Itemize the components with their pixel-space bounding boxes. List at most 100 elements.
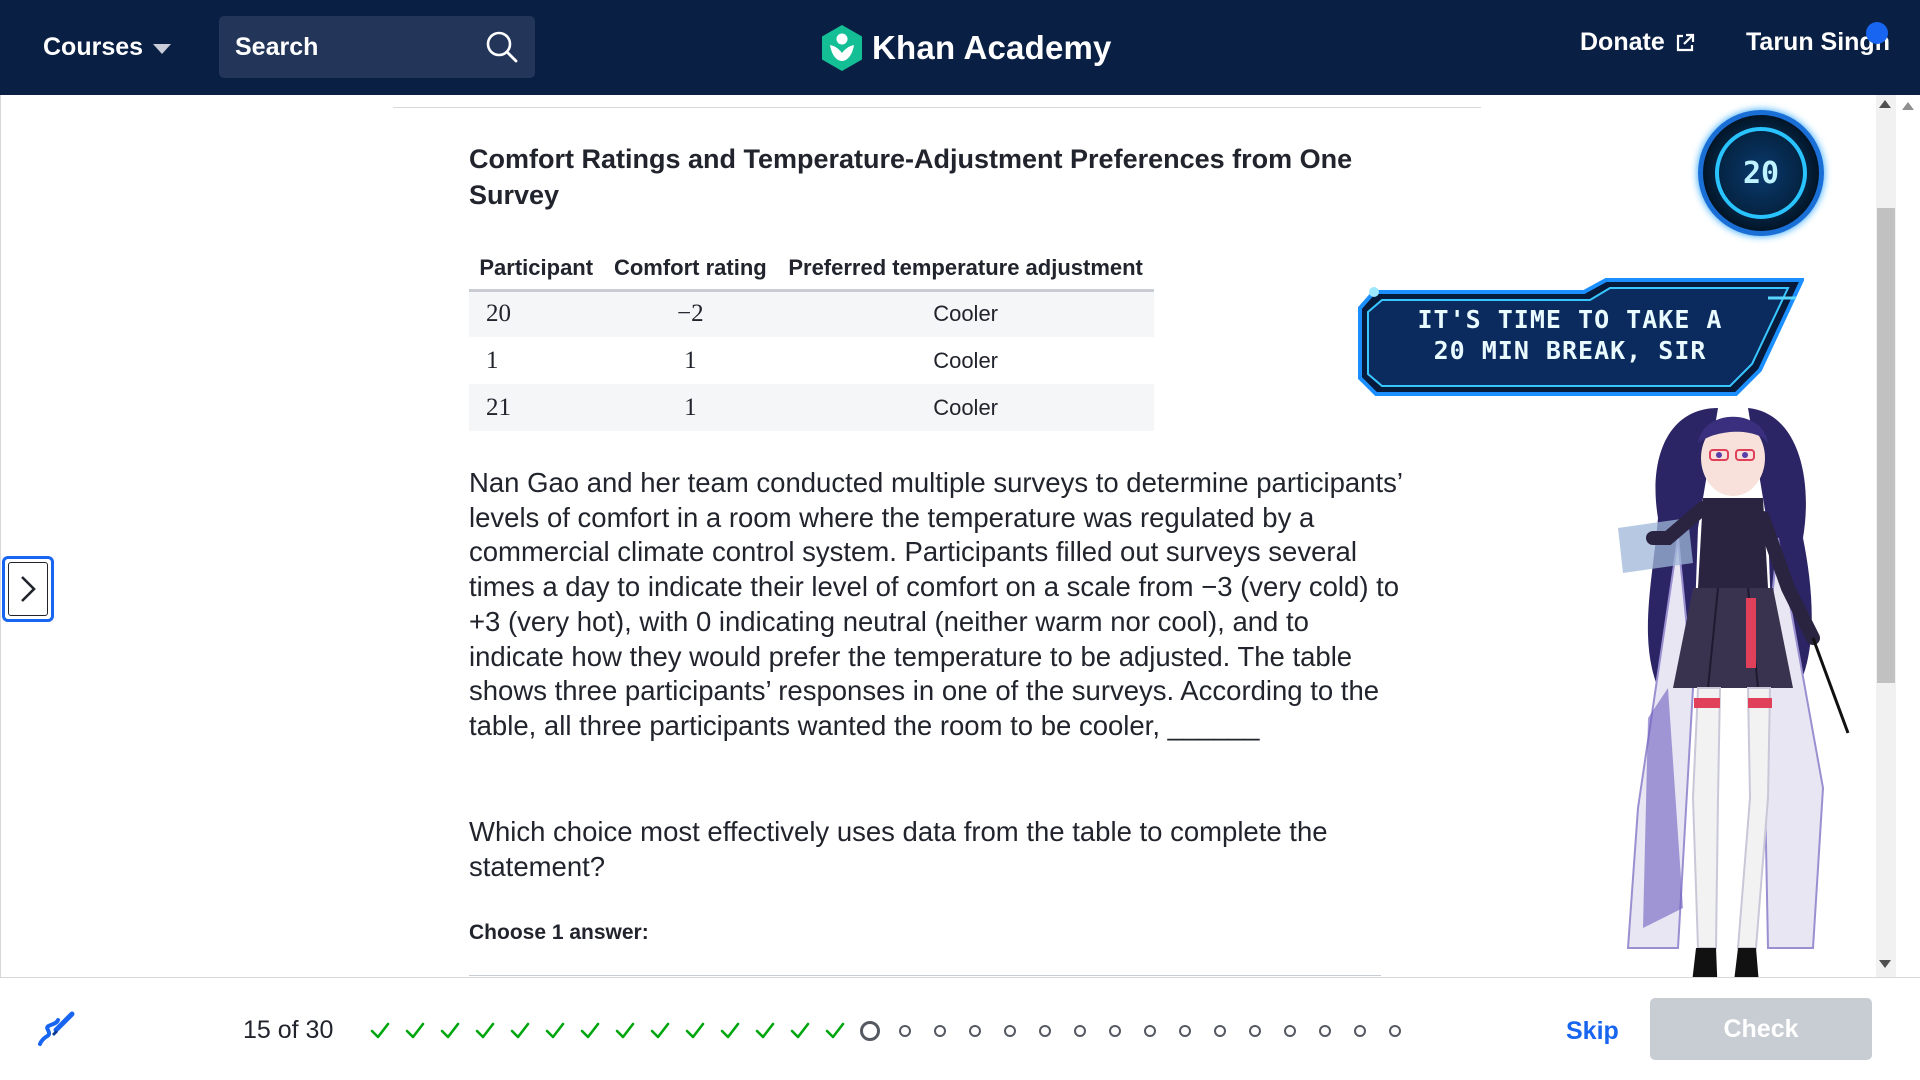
- checkmark-icon: [405, 1022, 424, 1039]
- checkmark-icon: [510, 1022, 529, 1039]
- progress-step-pending: [1132, 1017, 1167, 1045]
- pending-step-circle: [1353, 1025, 1366, 1037]
- question-passage: Nan Gao and her team conducted multiple …: [469, 467, 1402, 741]
- progress-step-complete: [817, 1017, 852, 1045]
- pending-step-circle: [1178, 1025, 1191, 1037]
- progress-step-complete: [467, 1017, 502, 1045]
- progress-step-pending: [887, 1017, 922, 1045]
- checkmark-icon: [475, 1022, 494, 1039]
- table-row: 20 −2 Cooler: [469, 290, 1154, 337]
- progress-step-complete: [362, 1017, 397, 1045]
- notification-dot: [1866, 22, 1888, 44]
- preference-cell: Cooler: [933, 347, 999, 373]
- courses-menu[interactable]: Courses: [43, 28, 172, 66]
- page-scroll-up-arrow-icon[interactable]: [1902, 102, 1914, 110]
- checkmark-icon: [440, 1022, 459, 1039]
- preference-cell: Cooler: [777, 384, 1154, 431]
- progress-step-pending: [1202, 1017, 1237, 1045]
- participant-cell: 21: [469, 384, 604, 431]
- table-row: 21 1 Cooler: [469, 384, 1154, 431]
- progress-label: 15 of 30: [243, 1016, 334, 1044]
- banner-line-1: IT'S TIME TO TAKE A: [1417, 305, 1723, 334]
- checkmark-icon: [825, 1022, 844, 1039]
- progress-step-complete: [397, 1017, 432, 1045]
- choose-answer-label: Choose 1 answer:: [469, 921, 649, 944]
- pending-step-circle: [1003, 1025, 1016, 1037]
- comfort-rating-cell: −2: [603, 290, 778, 337]
- pending-step-circle: [1248, 1025, 1261, 1037]
- comfort-rating-cell: 1: [603, 384, 778, 431]
- khan-academy-logo[interactable]: Khan Academy: [820, 22, 1112, 74]
- progress-step-pending: [1167, 1017, 1202, 1045]
- pending-step-circle: [1318, 1025, 1331, 1037]
- progress-step-complete: [642, 1017, 677, 1045]
- donate-link[interactable]: Donate: [1580, 28, 1695, 57]
- pending-step-circle: [1388, 1025, 1401, 1037]
- chevron-down-icon: [153, 44, 172, 54]
- skip-button[interactable]: Skip: [1566, 1017, 1619, 1046]
- anime-assistant-character: [1618, 408, 1850, 1000]
- progress-step-pending: [1237, 1017, 1272, 1045]
- chevron-right-icon: [21, 576, 36, 602]
- progress-dots: [362, 1017, 1412, 1045]
- pending-step-circle: [1213, 1025, 1226, 1037]
- table-row: 1 1 Cooler: [469, 337, 1154, 384]
- search-box[interactable]: [219, 16, 535, 78]
- progress-step-pending: [922, 1017, 957, 1045]
- checkmark-icon: [790, 1022, 809, 1039]
- checkmark-icon: [650, 1022, 669, 1039]
- progress-step-complete: [502, 1017, 537, 1045]
- pending-step-circle: [933, 1025, 946, 1037]
- banner-line-2: 20 MIN BREAK, SIR: [1433, 336, 1707, 365]
- pending-step-circle: [968, 1025, 981, 1037]
- pending-step-circle: [1038, 1025, 1051, 1037]
- check-button[interactable]: Check: [1650, 998, 1872, 1060]
- table-title: Comfort Ratings and Temperature-Adjustme…: [469, 144, 1353, 210]
- column-header-participant: Participant: [469, 248, 604, 292]
- current-step-circle: [859, 1021, 880, 1041]
- comfort-rating-cell: 1: [684, 346, 697, 374]
- progress-step-pending: [1097, 1017, 1132, 1045]
- progress-step-complete: [747, 1017, 782, 1045]
- pending-step-circle: [1143, 1025, 1156, 1037]
- participant-cell: 20: [469, 290, 604, 337]
- checkmark-icon: [545, 1022, 564, 1039]
- courses-label: Courses: [43, 32, 144, 61]
- break-reminder-text: IT'S TIME TO TAKE A 20 MIN BREAK, SIR: [1390, 304, 1750, 366]
- progress-step-complete: [432, 1017, 467, 1045]
- progress-step-pending: [1377, 1017, 1412, 1045]
- khan-logo-icon: [822, 25, 862, 71]
- checkmark-icon: [580, 1022, 599, 1039]
- progress-step-pending: [1062, 1017, 1097, 1045]
- progress-step-complete: [537, 1017, 572, 1045]
- progress-step-pending: [1027, 1017, 1062, 1045]
- divider: [469, 975, 1381, 976]
- progress-step-complete: [782, 1017, 817, 1045]
- checkmark-icon: [370, 1022, 389, 1039]
- checkmark-icon: [720, 1022, 739, 1039]
- break-timer-widget: 20: [1698, 110, 1824, 236]
- progress-step-pending: [1307, 1017, 1342, 1045]
- progress-step-complete: [677, 1017, 712, 1045]
- progress-step-pending: [1272, 1017, 1307, 1045]
- progress-step-current: [852, 1017, 887, 1045]
- question-prompt: Which choice most effectively uses data …: [469, 816, 1328, 882]
- participant-cell: 1: [486, 346, 499, 374]
- expand-sidebar-button[interactable]: [2, 556, 54, 622]
- top-nav: Courses Khan Academy Donate Tarun Singh: [0, 0, 1920, 95]
- pending-step-circle: [898, 1025, 911, 1037]
- search-input[interactable]: [235, 32, 465, 62]
- scroll-up-arrow-icon[interactable]: [1879, 100, 1891, 108]
- pending-step-circle: [1073, 1025, 1086, 1037]
- exercise-footer: 15 of 30 Skip Check: [0, 977, 1920, 1080]
- donate-label: Donate: [1580, 28, 1665, 56]
- preference-cell: Cooler: [777, 290, 1154, 337]
- progress-step-complete: [607, 1017, 642, 1045]
- search-icon[interactable]: [485, 30, 519, 64]
- checkmark-icon: [615, 1022, 634, 1039]
- scratchpad-pen-icon[interactable]: [34, 1008, 78, 1052]
- external-link-icon: [1676, 33, 1694, 51]
- data-table: Participant Comfort rating Preferred tem…: [469, 248, 1154, 431]
- divider: [393, 107, 1481, 108]
- table-header-row: Participant Comfort rating Preferred tem…: [469, 248, 1154, 292]
